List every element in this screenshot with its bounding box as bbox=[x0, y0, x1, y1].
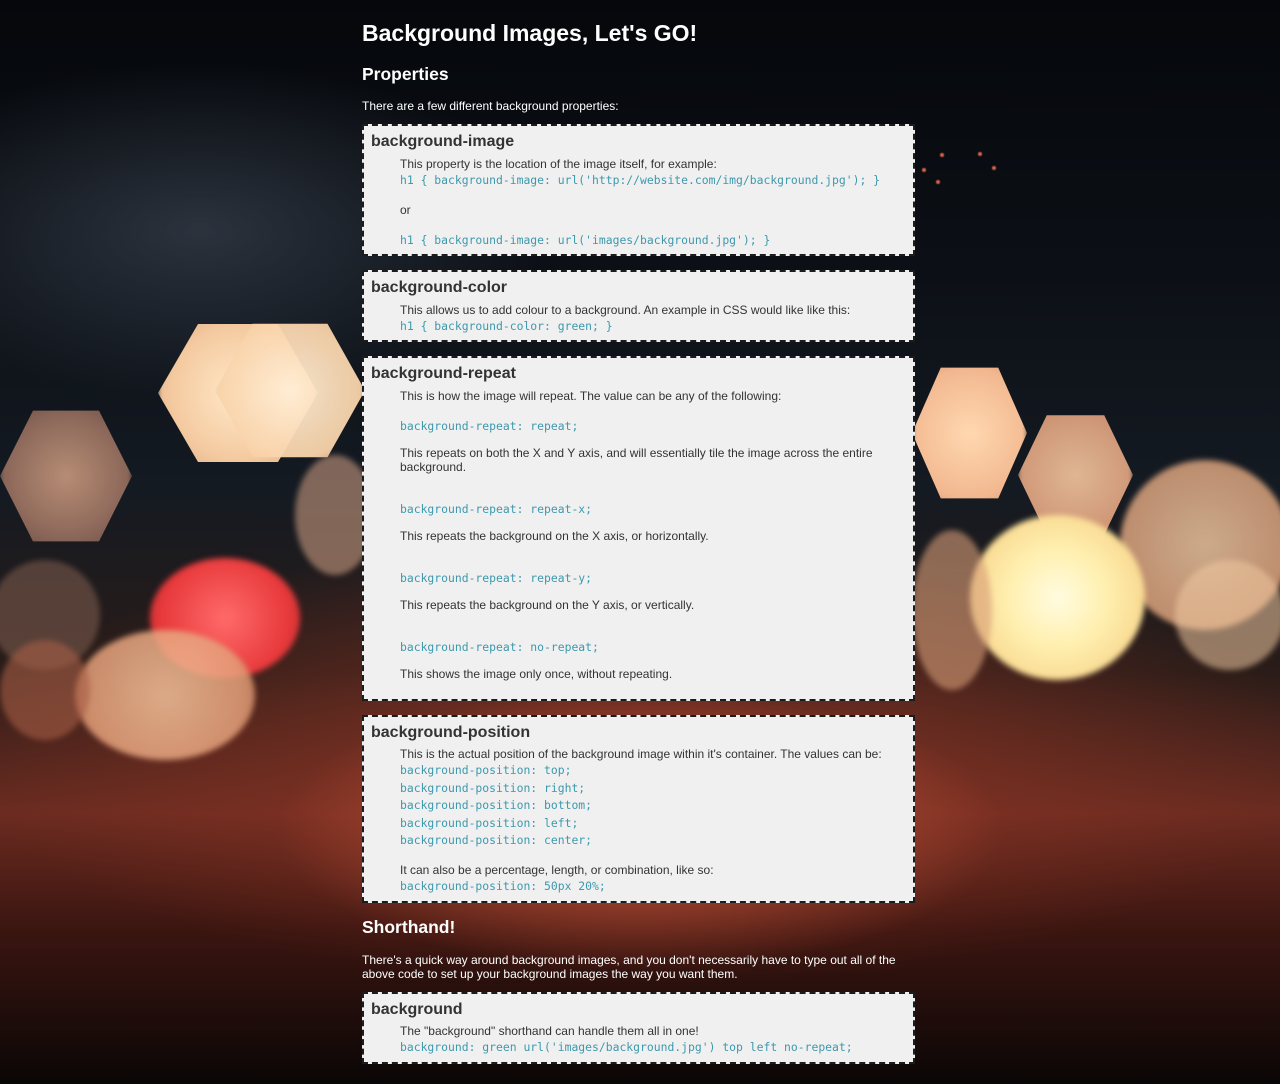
box-description: This property is the location of the ima… bbox=[400, 157, 717, 171]
position-extra-text: It can also be a percentage, length, or … bbox=[400, 863, 714, 877]
bokeh-spark bbox=[978, 152, 982, 156]
bokeh-light bbox=[0, 640, 90, 740]
box-description: This allows us to add colour to a backgr… bbox=[400, 303, 851, 317]
repeat-explanation: This repeats on both the X and Y axis, a… bbox=[400, 446, 873, 474]
position-value: background-position: center; bbox=[400, 833, 593, 847]
repeat-code: background-repeat: repeat-x; bbox=[400, 502, 593, 516]
box-description: This is the actual position of the backg… bbox=[400, 747, 882, 761]
position-value: background-position: right; bbox=[400, 781, 586, 795]
box-heading: background-repeat bbox=[371, 365, 516, 382]
position-extra-code: background-position: 50px 20%; bbox=[400, 879, 606, 893]
or-separator: or bbox=[400, 203, 411, 217]
repeat-code: background-repeat: no-repeat; bbox=[400, 640, 599, 654]
position-value: background-position: left; bbox=[400, 816, 579, 830]
code-example: h1 { background-color: green; } bbox=[400, 319, 613, 333]
bokeh-spark bbox=[992, 166, 996, 170]
code-example: h1 { background-image: url('http://websi… bbox=[400, 173, 881, 187]
shorthand-intro: There's a quick way around background im… bbox=[362, 953, 896, 981]
bokeh-spark bbox=[922, 168, 926, 172]
background-position-box: background-position This is the actual p… bbox=[362, 715, 915, 903]
position-value: background-position: bottom; bbox=[400, 798, 593, 812]
repeat-code: background-repeat: repeat-y; bbox=[400, 571, 593, 585]
position-value: background-position: top; bbox=[400, 763, 572, 777]
background-image-box: background-image This property is the lo… bbox=[362, 124, 915, 256]
bokeh-light bbox=[970, 515, 1145, 680]
properties-heading: Properties bbox=[362, 64, 449, 84]
bokeh-light bbox=[1175, 560, 1280, 670]
background-shorthand-box: background The "background" shorthand ca… bbox=[362, 992, 915, 1064]
bokeh-light bbox=[75, 630, 255, 760]
box-heading: background-position bbox=[371, 724, 531, 741]
background-color-box: background-color This allows us to add c… bbox=[362, 270, 915, 342]
code-example: background: green url('images/background… bbox=[400, 1040, 853, 1054]
shorthand-heading: Shorthand! bbox=[362, 917, 456, 937]
background-repeat-box: background-repeat This is how the image … bbox=[362, 356, 915, 701]
repeat-code: background-repeat: repeat; bbox=[400, 419, 579, 433]
box-description: The "background" shorthand can handle th… bbox=[400, 1024, 699, 1038]
box-description: This is how the image will repeat. The v… bbox=[400, 389, 782, 403]
bokeh-spark bbox=[940, 153, 944, 157]
box-heading: background bbox=[371, 1001, 463, 1018]
repeat-explanation: This shows the image only once, without … bbox=[400, 667, 673, 681]
box-heading: background-image bbox=[371, 133, 515, 150]
box-heading: background-color bbox=[371, 279, 508, 296]
properties-intro: There are a few different background pro… bbox=[362, 99, 619, 113]
bokeh-light bbox=[912, 530, 992, 690]
code-example: h1 { background-image: url('images/backg… bbox=[400, 233, 771, 247]
repeat-explanation: This repeats the background on the X axi… bbox=[400, 529, 709, 543]
page-title: Background Images, Let's GO! bbox=[362, 20, 698, 46]
bokeh-spark bbox=[936, 180, 940, 184]
repeat-explanation: This repeats the background on the Y axi… bbox=[400, 598, 695, 612]
